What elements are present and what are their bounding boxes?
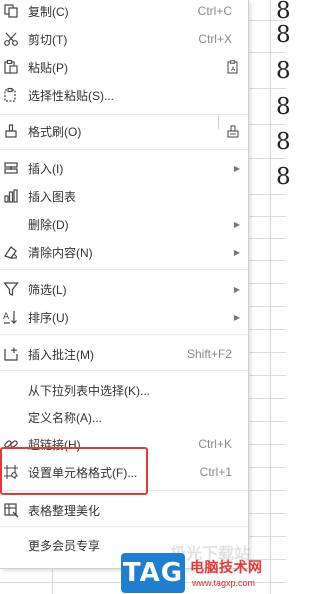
cell-value[interactable]: 8	[276, 24, 291, 47]
cell-value[interactable]: 8	[276, 96, 291, 119]
menu-separator	[0, 114, 248, 115]
menu-separator	[0, 149, 248, 150]
menu-item-table-beautify[interactable]: 表格整理美化	[0, 497, 248, 523]
menu-item-label: 插入图表	[28, 189, 77, 204]
menu-item-shortcut: Ctrl+X	[198, 32, 232, 46]
cell-value[interactable]: 8	[276, 0, 291, 23]
svg-text:A: A	[231, 66, 236, 73]
menu-item-define-name[interactable]: 定义名称(A)...	[0, 404, 248, 430]
menu-item-cut[interactable]: 剪切(T) Ctrl+X	[0, 26, 248, 52]
menu-item-copy[interactable]: 复制(C) Ctrl+C	[0, 0, 248, 24]
cell-value[interactable]: 8	[276, 60, 291, 83]
filter-icon	[3, 282, 19, 296]
menu-item-delete[interactable]: 删除(D) ▶	[0, 211, 248, 237]
menu-separator	[0, 526, 248, 527]
menu-item-label: 筛选(L)	[28, 282, 67, 297]
menu-item-label: 更多会员专享	[28, 538, 101, 553]
menu-item-insert[interactable]: 插入(I) ▶	[0, 155, 248, 181]
submenu-arrow-icon: ▶	[233, 247, 240, 257]
menu-separator	[0, 370, 248, 371]
table-beautify-icon	[4, 503, 19, 518]
chart-icon	[4, 189, 18, 203]
paste-icon	[4, 59, 18, 74]
menu-item-format-painter[interactable]: 格式刷(O)	[0, 118, 248, 144]
menu-item-insert-comment[interactable]: 插入批注(M) Shift+F2	[0, 341, 248, 367]
menu-separator	[0, 334, 248, 335]
menu-item-label: 剪切(T)	[28, 32, 68, 47]
svg-text:A: A	[3, 312, 10, 322]
menu-item-filter[interactable]: 筛选(L) ▶	[0, 276, 248, 302]
paste-special-icon	[4, 87, 16, 102]
menu-item-shortcut: Ctrl+C	[197, 4, 232, 18]
menu-item-label: 插入(I)	[28, 161, 64, 176]
menu-item-label: 清除内容(N)	[28, 245, 93, 260]
menu-item-shortcut: Shift+F2	[186, 347, 232, 361]
menu-item-paste[interactable]: 粘贴(P) A	[0, 54, 248, 129]
menu-item-shortcut: Ctrl+1	[199, 465, 232, 479]
menu-item-label: 删除(D)	[28, 217, 69, 232]
comment-icon	[4, 347, 18, 361]
submenu-arrow-icon: ▶	[233, 312, 240, 322]
menu-item-label: 插入批注(M)	[28, 347, 94, 362]
menu-separator	[0, 269, 248, 270]
copy-icon	[4, 4, 18, 18]
submenu-arrow-icon: ▶	[233, 163, 240, 173]
eraser-icon	[4, 246, 18, 259]
watermark-site-name: 电脑技术网	[190, 559, 263, 575]
watermark-logo: TAG	[121, 553, 185, 593]
column-gridline	[270, 0, 271, 594]
cell-value[interactable]: 8	[276, 166, 291, 189]
scissors-icon	[4, 32, 18, 46]
insert-icon	[4, 162, 18, 174]
format-brush-icon	[5, 124, 17, 138]
submenu-arrow-icon: ▶	[233, 284, 240, 294]
menu-item-shortcut: Ctrl+K	[198, 437, 232, 451]
menu-item-paste-special[interactable]: 选择性粘贴(S)...	[0, 82, 248, 108]
menu-item-insert-chart[interactable]: 插入图表	[0, 183, 248, 209]
menu-item-sort[interactable]: A 排序(U) ▶	[0, 304, 248, 330]
sort-icon: A	[3, 311, 17, 324]
menu-item-clear-contents[interactable]: 清除内容(N) ▶	[0, 239, 248, 265]
menu-item-label: 表格整理美化	[28, 503, 101, 518]
menu-item-label: 定义名称(A)...	[28, 410, 102, 425]
column-gridline	[52, 568, 53, 594]
menu-item-label: 格式刷(O)	[28, 124, 82, 139]
menu-item-label: 粘贴(P)	[28, 60, 68, 75]
menu-item-pick-from-list[interactable]: 从下拉列表中选择(K)...	[0, 377, 248, 403]
watermark-url: www.tagxp.com	[192, 578, 256, 588]
menu-item-label: 排序(U)	[28, 310, 69, 325]
menu-item-label: 选择性粘贴(S)...	[28, 88, 114, 103]
menu-item-label: 复制(C)	[28, 4, 69, 19]
highlight-box	[0, 447, 148, 495]
submenu-arrow-icon: ▶	[233, 219, 240, 229]
menu-item-label: 从下拉列表中选择(K)...	[28, 383, 150, 398]
format-brush-option-icon[interactable]	[226, 124, 240, 138]
cell-value[interactable]: 8	[276, 131, 291, 154]
paste-options-icon[interactable]: A	[226, 60, 240, 74]
